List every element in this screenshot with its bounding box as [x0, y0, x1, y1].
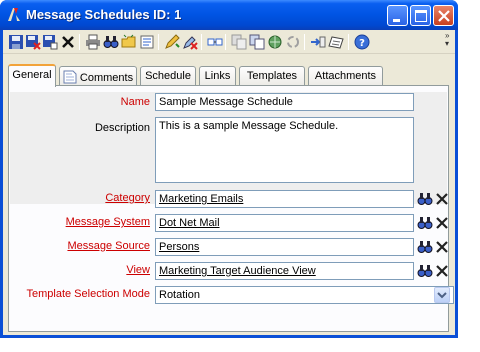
message-system-value: Dot Net Mail [159, 217, 220, 229]
toolbar-separator [304, 34, 305, 50]
title-bar[interactable]: Message Schedules ID: 1 [0, 0, 458, 30]
tab-general[interactable]: General [8, 64, 56, 87]
view-value: Marketing Target Audience View [159, 265, 316, 277]
notes-icon[interactable] [328, 34, 344, 50]
message-system-link[interactable]: Message System [66, 216, 150, 228]
category-value: Marketing Emails [159, 193, 244, 205]
message-source-field[interactable]: Persons [155, 238, 414, 256]
cancel-edit-icon[interactable] [182, 34, 198, 50]
app-logo-icon [8, 8, 20, 21]
category-link[interactable]: Category [105, 192, 150, 204]
message-schedule-window: Message Schedules ID: 1 ? » ▾ General Co… [0, 0, 458, 338]
delete-icon[interactable] [60, 34, 76, 50]
toolbar-separator [201, 34, 202, 50]
find-icon[interactable] [103, 34, 119, 50]
message-system-clear-icon[interactable] [434, 215, 450, 231]
open-folder-icon[interactable] [121, 34, 137, 50]
description-value: This is a sample Message Schedule. [159, 120, 339, 132]
tab-strip: General Comments Schedule Links Template… [8, 64, 448, 87]
tab-attachments-label: Attachments [314, 70, 377, 82]
tab-links[interactable]: Links [199, 66, 236, 86]
tab-attachments[interactable]: Attachments [308, 66, 383, 86]
close-icon [438, 10, 450, 22]
import-icon[interactable] [310, 34, 326, 50]
toolbar: ? » ▾ [3, 30, 455, 54]
toolbar-separator [225, 34, 226, 50]
copy-icon[interactable] [231, 34, 247, 50]
toolbar-separator [348, 34, 349, 50]
chevron-down-icon [437, 292, 447, 299]
toolbar-overflow-chevron-icon[interactable]: » ▾ [445, 32, 453, 50]
save-and-close-icon[interactable] [25, 34, 41, 50]
category-clear-icon[interactable] [434, 191, 450, 207]
view-lookup-binoculars-icon[interactable] [417, 263, 433, 279]
view-link[interactable]: View [126, 264, 150, 276]
window-body: ? » ▾ General Comments Schedule Links Tem… [3, 30, 455, 335]
description-field[interactable]: This is a sample Message Schedule. [155, 117, 414, 183]
close-button[interactable] [433, 5, 454, 26]
toolbar-separator [158, 34, 159, 50]
save-and-new-icon[interactable] [42, 34, 58, 50]
message-source-lookup-binoculars-icon[interactable] [417, 239, 433, 255]
save-icon[interactable] [8, 34, 24, 50]
tab-schedule-label: Schedule [145, 70, 191, 82]
category-field[interactable]: Marketing Emails [155, 190, 414, 208]
tab-templates-label: Templates [246, 70, 298, 82]
template-selection-mode-label: Template Selection Mode [26, 288, 150, 300]
window-title: Message Schedules ID: 1 [26, 7, 182, 22]
web-link-icon[interactable] [267, 34, 283, 50]
message-system-lookup-binoculars-icon[interactable] [417, 215, 433, 231]
properties-icon[interactable] [139, 34, 155, 50]
help-icon[interactable]: ? [354, 34, 370, 50]
category-lookup-binoculars-icon[interactable] [417, 191, 433, 207]
tab-templates[interactable]: Templates [239, 66, 305, 86]
general-tab-panel: Name Sample Message Schedule Description… [8, 85, 454, 332]
svg-text:?: ? [359, 38, 365, 49]
refresh-icon[interactable] [285, 34, 301, 50]
edit-icon[interactable] [164, 34, 180, 50]
template-selection-mode-dropdown-button[interactable] [434, 287, 450, 303]
tab-schedule[interactable]: Schedule [140, 66, 196, 86]
message-system-field[interactable]: Dot Net Mail [155, 214, 414, 232]
description-label: Description [94, 122, 150, 134]
message-source-clear-icon[interactable] [434, 239, 450, 255]
message-source-value: Persons [159, 241, 200, 253]
minimize-icon [393, 19, 400, 22]
message-source-link[interactable]: Message Source [67, 240, 150, 252]
template-selection-mode-value: Rotation [159, 289, 200, 301]
duplicate-icon[interactable] [249, 34, 265, 50]
relationships-icon[interactable] [207, 34, 223, 50]
tab-general-label: General [12, 69, 52, 81]
name-field[interactable]: Sample Message Schedule [155, 93, 414, 111]
maximize-button[interactable] [410, 5, 431, 26]
tab-links-label: Links [204, 70, 231, 82]
view-field[interactable]: Marketing Target Audience View [155, 262, 414, 280]
view-clear-icon[interactable] [434, 263, 450, 279]
tab-comments[interactable]: Comments [59, 66, 137, 86]
maximize-icon [415, 10, 427, 22]
template-selection-mode-select[interactable]: Rotation [155, 286, 454, 304]
print-icon[interactable] [85, 34, 101, 50]
comments-icon [63, 70, 77, 84]
minimize-button[interactable] [387, 5, 408, 26]
tab-comments-label: Comments [79, 72, 134, 84]
toolbar-separator [79, 34, 80, 50]
name-label: Name [120, 96, 150, 108]
name-value: Sample Message Schedule [159, 96, 293, 108]
